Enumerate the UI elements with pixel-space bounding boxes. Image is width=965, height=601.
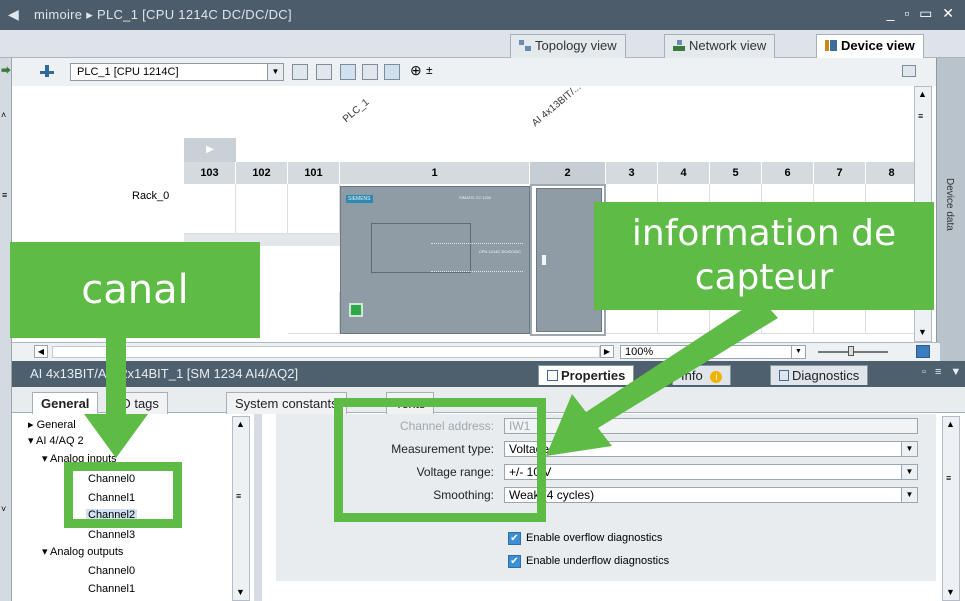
arrow-capteur [546, 298, 778, 456]
annotation-arrows [84, 298, 778, 458]
arrow-canal [84, 334, 148, 458]
